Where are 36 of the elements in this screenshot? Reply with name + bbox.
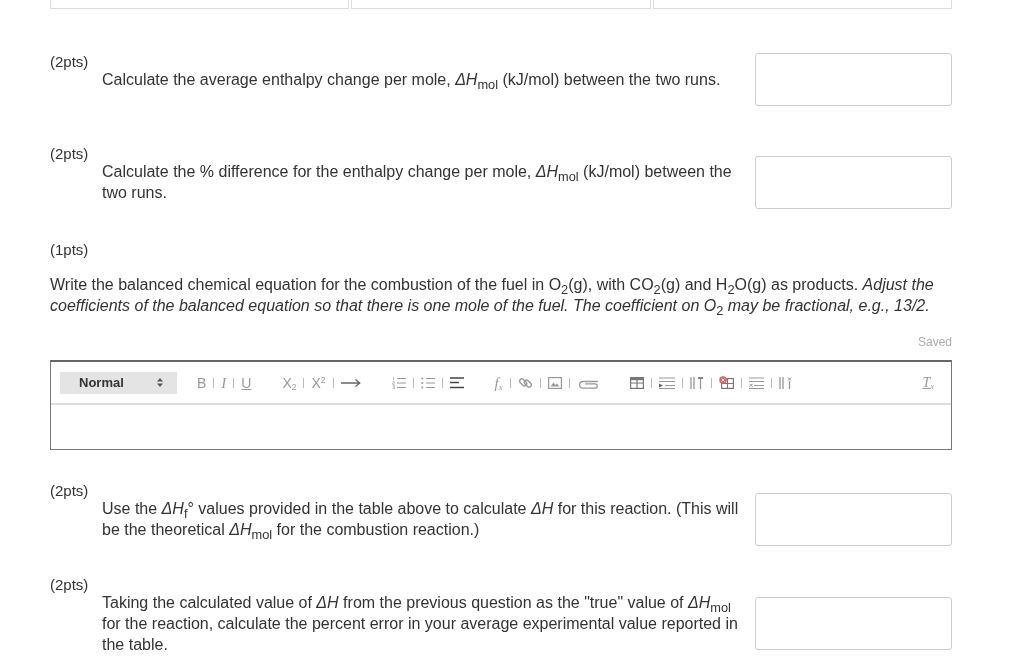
align-lines-icon[interactable] — [449, 376, 464, 389]
underline-button[interactable]: U — [241, 374, 252, 391]
question-text: Use the ΔH$_{f}$° values provided in the table above to calculate ΔH for this reaction. (This will be the theoretical ΔH$_{mol}$ for the combustion reaction.) — [102, 499, 740, 540]
answer-field[interactable] — [755, 155, 952, 209]
answer-field[interactable] — [755, 492, 952, 546]
bullet-list-icon[interactable] — [420, 376, 435, 389]
answer-field[interactable] — [755, 597, 952, 650]
column-bars-icon[interactable] — [778, 376, 793, 389]
up-down-caret-icon — [157, 378, 163, 387]
link-chain-icon[interactable] — [517, 375, 533, 390]
question-text: Calculate the average enthalpy change per mole, ΔH$_{mol}$ (kJ/mol) between the two runs. — [102, 70, 722, 90]
answer-field[interactable] — [755, 53, 952, 106]
points-label: (2pts) — [50, 578, 90, 592]
question-text: Taking the calculated value of ΔH from the previous question as the "true" value of ΔH$_{mol}$ for the reaction, calculate the percent error in your average experimental value reported in the table. — [102, 593, 739, 655]
points-label: (2pts) — [50, 55, 90, 69]
save-status: Saved — [917, 334, 952, 350]
numbered-list-icon[interactable] — [391, 376, 406, 389]
superscript-button[interactable]: X$^{2}$ — [311, 374, 326, 391]
column-bars-icon[interactable] — [689, 376, 704, 389]
points-label: (2pts) — [50, 484, 90, 498]
question-text: Write the balanced chemical equation for the combustion of the fuel in O$_{2}$(g), with CO$_{2}$(g) and H$_{2}$O(g) as products. Adjust the coefficients of the balanced equation so that there is one mole of the fuel. The coefficient on O$_{2}$ may be fractional, e.g., 13/2. — [50, 275, 935, 316]
subscript-button[interactable]: X$_{2}$ — [282, 374, 297, 391]
table-icon[interactable] — [629, 376, 644, 389]
right-arrow-icon[interactable] — [340, 377, 361, 388]
bold-button[interactable]: B — [197, 374, 207, 391]
clear-format-button[interactable]: T$_{x}$ — [922, 374, 934, 391]
row-lines-icon[interactable] — [748, 376, 764, 389]
table-delete-icon[interactable] — [718, 376, 734, 389]
style-select[interactable]: Normal — [60, 371, 177, 394]
italic-button[interactable]: I — [221, 374, 227, 391]
formula-button[interactable]: f$_{x}$ — [494, 374, 503, 391]
points-label: (2pts) — [50, 147, 90, 161]
image-icon[interactable] — [547, 376, 562, 389]
question-text: Calculate the % difference for the enthalpy change per mole, ΔH$_{mol}$ (kJ/mol) between the two runs. — [102, 162, 733, 203]
points-label: (1pts) — [50, 240, 90, 260]
row-lines-icon[interactable] — [658, 376, 675, 389]
